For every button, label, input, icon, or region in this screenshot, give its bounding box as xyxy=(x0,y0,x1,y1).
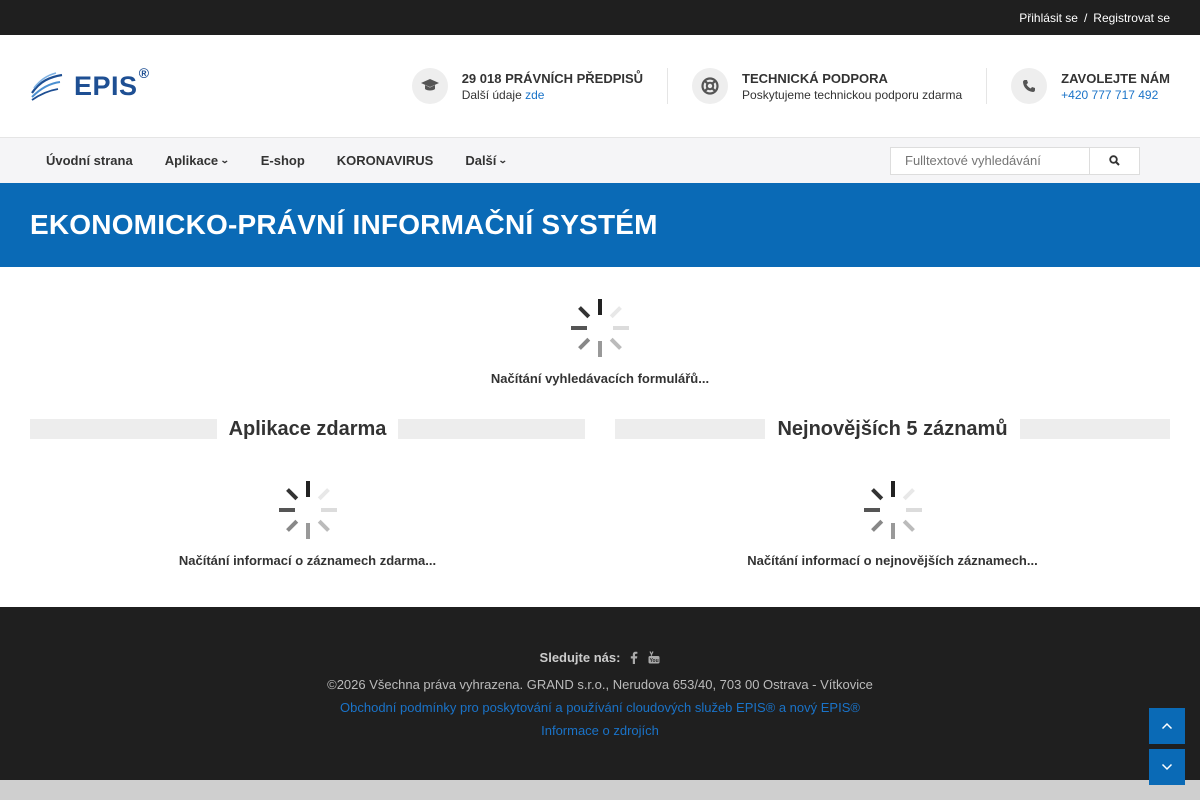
support-sub: Poskytujeme technickou podporu zdarma xyxy=(742,87,963,102)
main-nav: Úvodní strana Aplikace ⌄ E-shop KORONAVIR… xyxy=(0,138,1200,183)
footer: Sledujte nás: You ©2026 Všechna práva vy… xyxy=(0,607,1200,780)
spinner-icon xyxy=(863,481,922,539)
phone-sub: +420 777 717 492 xyxy=(1061,88,1170,102)
nav-item-home[interactable]: Úvodní strana xyxy=(30,153,149,168)
header-info: 29 018 PRÁVNÍCH PŘEDPISŮ Další údaje zde… xyxy=(388,68,1170,104)
heading-bar-right xyxy=(1019,419,1171,439)
support-title: TECHNICKÁ PODPORA xyxy=(742,70,888,86)
terms-link[interactable]: Obchodní podmínky pro poskytování a použ… xyxy=(0,700,1200,715)
heading-bar-left xyxy=(615,419,766,439)
follow-us: Sledujte nás: You xyxy=(0,650,1200,665)
separator: / xyxy=(1083,10,1088,25)
phone-icon xyxy=(1011,68,1048,104)
copyright: ©2026 Všechna práva vyhrazena. GRAND s.r… xyxy=(327,677,873,692)
free-apps-title: Aplikace zdarma xyxy=(228,417,387,440)
scroll-down-button[interactable] xyxy=(1149,749,1185,785)
section-heading: Nejnovějších 5 záznamů xyxy=(615,417,1171,440)
page-banner: EKONOMICKO-PRÁVNÍ INFORMAČNÍ SYSTÉM xyxy=(0,183,1200,267)
lifebuoy-icon xyxy=(692,68,729,104)
main-content: Načítání vyhledávacích formulářů... Apli… xyxy=(0,267,1200,607)
latest-records-loading-text: Načítání informací o nejnovějších záznam… xyxy=(747,553,1038,568)
graduation-cap-icon xyxy=(411,68,448,104)
details-link[interactable]: zde xyxy=(525,88,544,102)
logo-text: EPIS ® xyxy=(74,64,150,101)
nav-item-eshop[interactable]: E-shop xyxy=(245,153,321,168)
section-heading: Aplikace zdarma xyxy=(30,417,586,440)
follow-label: Sledujte nás: xyxy=(539,650,621,665)
regulations-count: 29 018 PRÁVNÍCH PŘEDPISŮ xyxy=(461,70,644,86)
free-apps-section: Aplikace zdarma Načítání informací o záz… xyxy=(30,417,586,568)
forms-loading-text: Načítání vyhledávacích formulářů... xyxy=(490,371,710,386)
latest-records-title: Nejnovějších 5 záznamů xyxy=(777,417,1008,440)
regulations-sub: Další údaje zde xyxy=(461,87,545,102)
login-link[interactable]: Přihlásit se xyxy=(1019,11,1078,25)
search-form xyxy=(890,146,1140,175)
logo-waves-icon xyxy=(31,72,63,101)
chevron-down-icon xyxy=(1161,763,1173,771)
svg-text:You: You xyxy=(650,658,659,664)
scroll-up-button[interactable] xyxy=(1149,708,1185,744)
facebook-icon[interactable] xyxy=(630,651,638,664)
heading-bar-right xyxy=(398,419,586,439)
search-button[interactable] xyxy=(1090,146,1140,175)
youtube-icon[interactable]: You xyxy=(648,651,660,664)
forms-loader: Načítání vyhledávacích formulářů... xyxy=(0,297,1200,386)
chevron-down-icon: ⌄ xyxy=(498,155,509,165)
nav-item-koronavirus[interactable]: KORONAVIRUS xyxy=(321,153,450,168)
spinner-icon xyxy=(571,299,629,357)
chevron-down-icon: ⌄ xyxy=(220,155,230,165)
register-link[interactable]: Registrovat se xyxy=(1093,11,1170,25)
search-icon xyxy=(1109,155,1120,166)
chevron-up-icon xyxy=(1161,722,1173,730)
info-block-support: TECHNICKÁ PODPORA Poskytujeme technickou… xyxy=(668,68,988,104)
info-block-phone: ZAVOLEJTE NÁM +420 777 717 492 xyxy=(987,68,1170,104)
page-title: EKONOMICKO-PRÁVNÍ INFORMAČNÍ SYSTÉM xyxy=(30,209,658,240)
header: EPIS ® 29 018 PRÁVNÍCH PŘEDPISŮ Další úda… xyxy=(0,35,1200,138)
logo[interactable]: EPIS ® xyxy=(30,64,150,106)
spinner-icon xyxy=(278,481,337,539)
free-apps-loader: Načítání informací o záznamech zdarma... xyxy=(30,479,585,568)
nav-item-more[interactable]: Další ⌄ xyxy=(449,153,523,168)
top-bar: Přihlásit se / Registrovat se xyxy=(0,0,1200,35)
phone-link[interactable]: +420 777 717 492 xyxy=(1061,88,1158,102)
search-input[interactable] xyxy=(890,146,1090,175)
latest-records-loader: Načítání informací o nejnovějších záznam… xyxy=(615,479,1170,568)
sources-link[interactable]: Informace o zdrojích xyxy=(0,723,1200,738)
info-block-regulations: 29 018 PRÁVNÍCH PŘEDPISŮ Další údaje zde xyxy=(388,68,669,104)
heading-bar-left xyxy=(30,419,217,439)
nav-item-applications[interactable]: Aplikace ⌄ xyxy=(149,153,245,168)
latest-records-section: Nejnovějších 5 záznamů Načítání informac… xyxy=(615,417,1171,568)
free-apps-loading-text: Načítání informací o záznamech zdarma... xyxy=(178,553,437,568)
phone-title: ZAVOLEJTE NÁM xyxy=(1061,70,1170,86)
